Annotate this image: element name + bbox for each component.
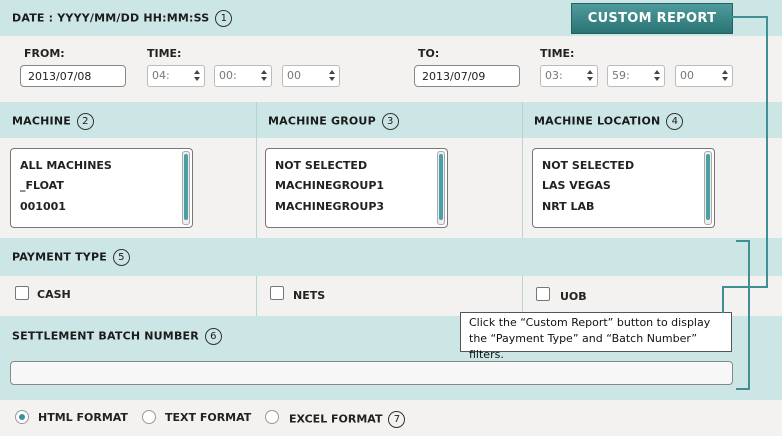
machine-location-label: MACHINE LOCATION 4 [534,113,684,130]
list-item[interactable]: 001001 [20,200,66,213]
to-label: TO: [418,47,440,60]
list-item[interactable]: ALL MACHINES [20,159,112,172]
scrollbar-thumb[interactable] [439,154,443,220]
to-second-value: 00 [680,69,694,82]
from-minute-spinner[interactable]: 00: [214,65,272,87]
from-hour-value: 04: [152,69,170,82]
spinner-arrows-icon[interactable] [194,70,201,82]
cash-checkbox[interactable] [15,286,29,300]
payment-type-label: PAYMENT TYPE 5 [12,249,130,266]
date-format-label: DATE : YYYY/MM/DD HH:MM:SS 1 [12,10,233,27]
list-item[interactable]: NRT LAB [542,200,594,213]
from-hour-spinner[interactable]: 04: [147,65,205,87]
to-time-label: TIME: [540,47,575,60]
callout-note: Click the “Custom Report” button to disp… [460,312,732,361]
html-format-label: HTML FORMAT [38,411,128,424]
machine-listbox[interactable]: ALL MACHINES _FLOAT 001001 [10,148,193,228]
scrollbar-thumb[interactable] [706,154,710,220]
step-number: 7 [388,411,406,428]
list-item[interactable]: MACHINEGROUP1 [275,179,384,192]
to-minute-value: 59: [612,69,630,82]
to-hour-spinner[interactable]: 03: [540,65,598,87]
excel-format-label: EXCEL FORMAT 7 [289,411,406,428]
connector-line [731,16,768,18]
scrollbar-thumb[interactable] [184,154,188,220]
scrollbar[interactable] [182,151,190,225]
separator [522,102,523,238]
from-second-spinner[interactable]: 00 [282,65,340,87]
machine-label: MACHINE 2 [12,113,94,130]
nets-label: NETS [293,289,326,302]
uob-checkbox[interactable] [536,287,550,301]
step-number: 1 [215,10,233,27]
uob-label: UOB [560,290,587,303]
to-hour-value: 03: [545,69,563,82]
to-minute-spinner[interactable]: 59: [607,65,665,87]
cash-label: CASH [37,288,71,301]
scrollbar[interactable] [437,151,445,225]
list-item[interactable]: LAS VEGAS [542,179,611,192]
from-date-input[interactable]: 2013/07/08 [20,65,126,87]
step-number: 3 [381,113,399,130]
spinner-arrows-icon[interactable] [587,70,594,82]
list-item[interactable]: NOT SELECTED [542,159,634,172]
spinner-arrows-icon[interactable] [654,70,661,82]
separator [522,276,523,316]
step-number: 4 [666,113,684,130]
spinner-arrows-icon[interactable] [261,70,268,82]
payment-options-area [0,276,782,316]
step-number: 5 [112,249,130,266]
from-time-label: TIME: [147,47,182,60]
to-second-spinner[interactable]: 00 [675,65,733,87]
scrollbar[interactable] [704,151,712,225]
from-label: FROM: [24,47,65,60]
connector-line [766,16,768,288]
custom-report-button[interactable]: CUSTOM REPORT [571,3,733,34]
list-item[interactable]: _FLOAT [20,179,64,192]
bracket-line [748,240,750,390]
from-second-value: 00 [287,69,301,82]
settlement-batch-label: SETTLEMENT BATCH NUMBER 6 [12,328,222,345]
step-number: 2 [76,113,94,130]
excel-format-radio[interactable] [265,410,279,424]
separator [256,276,257,316]
connector-line [722,286,724,313]
from-minute-value: 00: [219,69,237,82]
nets-checkbox[interactable] [270,286,284,300]
html-format-radio[interactable] [15,410,29,424]
list-item[interactable]: NOT SELECTED [275,159,367,172]
list-item[interactable]: MACHINEGROUP3 [275,200,384,213]
connector-line [722,286,768,288]
machine-group-label: MACHINE GROUP 3 [268,113,399,130]
separator [256,102,257,238]
spinner-arrows-icon[interactable] [722,70,729,82]
machine-group-listbox[interactable]: NOT SELECTED MACHINEGROUP1 MACHINEGROUP3 [265,148,448,228]
to-date-input[interactable]: 2013/07/09 [414,65,520,87]
settlement-batch-input[interactable] [10,361,733,385]
bracket-line [736,388,750,390]
spinner-arrows-icon[interactable] [329,70,336,82]
text-format-radio[interactable] [142,410,156,424]
text-format-label: TEXT FORMAT [165,411,252,424]
step-number: 6 [204,328,222,345]
machine-location-listbox[interactable]: NOT SELECTED LAS VEGAS NRT LAB [532,148,715,228]
